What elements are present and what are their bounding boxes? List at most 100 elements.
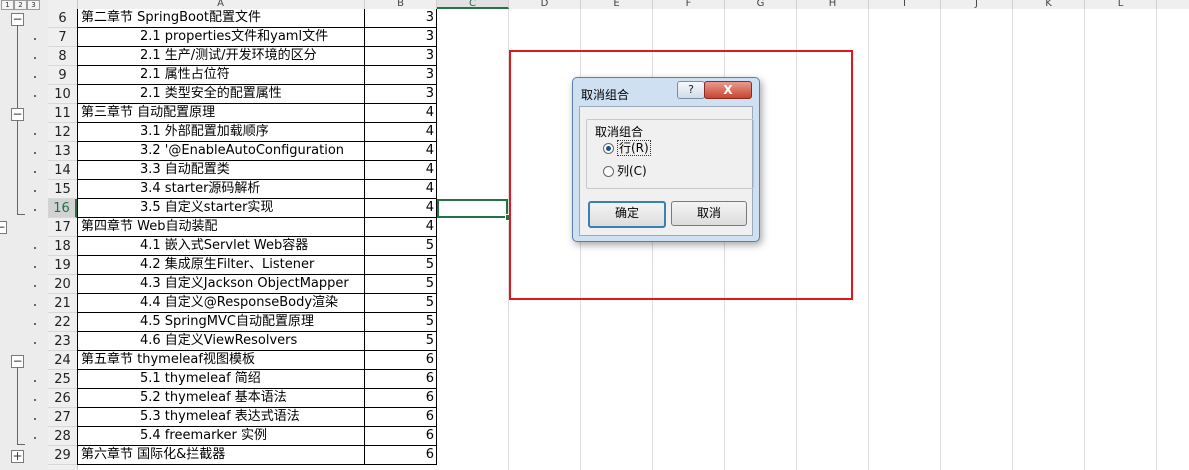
cell-b[interactable]: 6 [365,351,437,370]
cell-b[interactable]: 6 [365,427,437,446]
row-header[interactable]: 28 [48,427,77,446]
row-header[interactable]: 13 [48,142,77,161]
cell-a[interactable]: 4.6 自定义ViewResolvers [77,332,365,351]
row-header[interactable]: 20 [48,275,77,294]
cell-a[interactable]: 4.5 SpringMVC自动配置原理 [77,313,365,332]
cell-b[interactable]: 4 [365,104,437,123]
cell-a[interactable]: 4.2 集成原生Filter、Listener [77,256,365,275]
column-header-e[interactable]: E [581,0,653,9]
cell-a[interactable]: 3.3 自动配置类 [77,161,365,180]
row-header[interactable]: 14 [48,161,77,180]
cell-a[interactable]: 4.4 自定义@ResponseBody渲染 [77,294,365,313]
cell-b[interactable]: 4 [365,218,437,237]
radio-rows[interactable]: 行(R) [603,139,651,156]
cell-a[interactable]: 第六章节 国际化&拦截器 [77,446,365,465]
row-header[interactable]: 21 [48,294,77,313]
cell-b[interactable]: 6 [365,446,437,465]
cell-a[interactable]: 4.3 自定义Jackson ObjectMapper [77,275,365,294]
cell-a[interactable]: 3.5 自定义starter实现 [77,199,365,218]
row-header[interactable]: 8 [48,47,77,66]
cell-a[interactable]: 5.1 thymeleaf 简绍 [77,370,365,389]
column-header-h[interactable]: H [797,0,869,9]
cell-b[interactable]: 5 [365,256,437,275]
cell-b[interactable]: 3 [365,47,437,66]
cell-a[interactable]: 3.2 '@EnableAutoConfiguration [77,142,365,161]
ok-button[interactable]: 确定 [588,201,666,228]
table-row: 3.1 外部配置加载顺序 4 [77,123,437,142]
cell-b[interactable]: 3 [365,66,437,85]
cell-b[interactable]: 5 [365,332,437,351]
row-header[interactable]: 6 [48,9,77,28]
cell-b[interactable]: 5 [365,294,437,313]
cell-b[interactable]: 3 [365,9,437,28]
cell-a[interactable]: 第二章节 SpringBoot配置文件 [77,9,365,28]
cell-a[interactable]: 2.1 属性占位符 [77,66,365,85]
cell-b[interactable]: 5 [365,275,437,294]
row-header[interactable]: 17 [48,218,77,237]
column-header-l[interactable]: L [1085,0,1157,9]
cell-a[interactable]: 第五章节 thymeleaf视图模板 [77,351,365,370]
cell-b[interactable]: 5 [365,237,437,256]
row-header[interactable]: 7 [48,28,77,47]
outline-level-2-button[interactable]: 2 [14,0,27,10]
cell-a[interactable]: 2.1 生产/测试/开发环境的区分 [77,47,365,66]
row-header[interactable]: 22 [48,313,77,332]
row-header[interactable]: 29 [48,446,77,465]
column-header-j[interactable]: J [941,0,1013,9]
cell-b[interactable]: 4 [365,142,437,161]
cell-b[interactable]: 4 [365,199,437,218]
column-header-c[interactable]: C [437,0,509,9]
cell-b[interactable]: 5 [365,313,437,332]
cell-b[interactable]: 4 [365,123,437,142]
selected-cell[interactable] [437,199,508,218]
cell-a[interactable]: 第四章节 Web自动装配 [77,218,365,237]
row-header[interactable]: 16 [48,199,77,218]
cell-a[interactable]: 5.4 freemarker 实例 [77,427,365,446]
close-button[interactable]: X [704,81,752,99]
table-row: 3.3 自动配置类 4 [77,161,437,180]
row-header[interactable]: 26 [48,389,77,408]
row-header[interactable]: 25 [48,370,77,389]
column-header-g[interactable]: G [725,0,797,9]
row-header[interactable]: 15 [48,180,77,199]
column-header-b[interactable]: B [365,0,437,9]
outline-level-1-button[interactable]: 1 [1,0,14,10]
column-header-k[interactable]: K [1013,0,1085,9]
radio-columns[interactable]: 列(C) [603,162,647,179]
cell-b[interactable]: 3 [365,28,437,47]
row-header[interactable]: 24 [48,351,77,370]
column-header-d[interactable]: D [509,0,581,9]
cell-b[interactable]: 6 [365,370,437,389]
cell-a[interactable]: 4.1 嵌入式Servlet Web容器 [77,237,365,256]
cell-b[interactable]: 4 [365,161,437,180]
cell-a[interactable]: 2.1 类型安全的配置属性 [77,85,365,104]
column-header-f[interactable]: F [653,0,725,9]
row-header[interactable]: 19 [48,256,77,275]
column-header-i[interactable]: I [869,0,941,9]
collapse-group-button[interactable]: − [0,221,7,234]
cell-b[interactable]: 6 [365,408,437,427]
column-header-a[interactable]: A [77,0,365,9]
row-header[interactable]: 27 [48,408,77,427]
expand-group-button[interactable]: + [11,450,24,463]
cell-a[interactable]: 3.4 starter源码解析 [77,180,365,199]
row-header[interactable]: 18 [48,237,77,256]
help-button[interactable]: ? [677,81,705,99]
row-header[interactable]: 12 [48,123,77,142]
cell-b[interactable]: 3 [365,85,437,104]
table-row: 第五章节 thymeleaf视图模板 6 [77,351,437,370]
group-label: 取消组合 [593,123,646,140]
row-header[interactable]: 10 [48,85,77,104]
cell-a[interactable]: 2.1 properties文件和yaml文件 [77,28,365,47]
row-header[interactable]: 11 [48,104,77,123]
cell-b[interactable]: 6 [365,389,437,408]
outline-level-3-button[interactable]: 3 [27,0,40,10]
cancel-button[interactable]: 取消 [671,201,747,226]
row-header[interactable]: 9 [48,66,77,85]
cell-a[interactable]: 5.3 thymeleaf 表达式语法 [77,408,365,427]
row-header[interactable]: 23 [48,332,77,351]
cell-b[interactable]: 4 [365,180,437,199]
cell-a[interactable]: 3.1 外部配置加载顺序 [77,123,365,142]
cell-a[interactable]: 第三章节 自动配置原理 [77,104,365,123]
cell-a[interactable]: 5.2 thymeleaf 基本语法 [77,389,365,408]
